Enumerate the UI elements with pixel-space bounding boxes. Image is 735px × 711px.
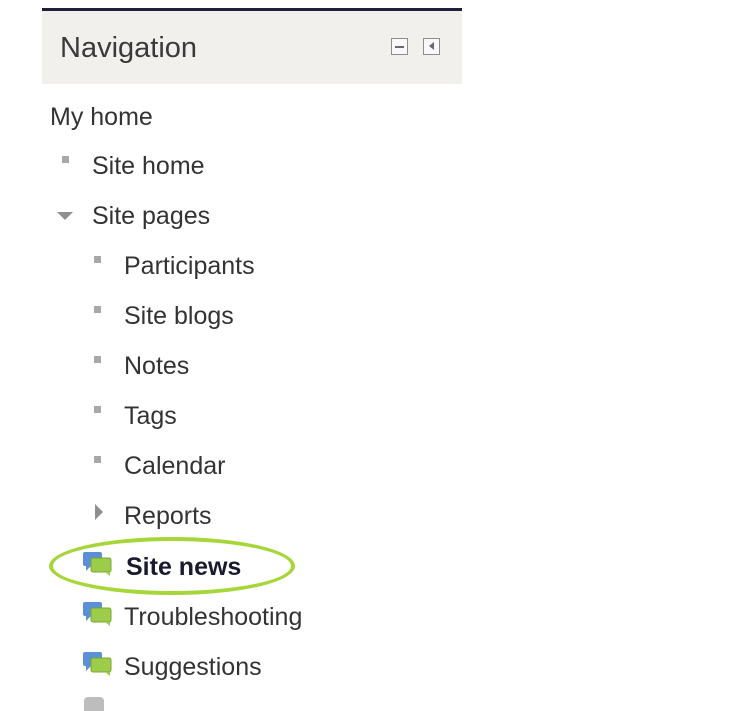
forum-icon xyxy=(83,652,112,676)
nav-item-site-pages[interactable]: Site pages xyxy=(92,198,210,234)
nav-item-site-blogs[interactable]: Site blogs xyxy=(124,298,234,334)
bullet-icon xyxy=(62,156,69,163)
nav-item-tags[interactable]: Tags xyxy=(124,398,177,434)
nav-item-my-home[interactable]: My home xyxy=(50,99,153,135)
collapse-arrow-icon[interactable] xyxy=(57,212,73,220)
bullet-icon xyxy=(94,456,101,463)
block-header: Navigation xyxy=(42,8,462,84)
block-title: Navigation xyxy=(60,32,198,64)
minus-icon[interactable] xyxy=(391,38,408,55)
highlight-circle xyxy=(49,537,295,595)
nav-item-calendar[interactable]: Calendar xyxy=(124,448,225,484)
bullet-icon xyxy=(94,306,101,313)
partial-item-icon xyxy=(84,697,104,711)
bullet-icon xyxy=(94,256,101,263)
nav-item-suggestions[interactable]: Suggestions xyxy=(124,649,262,685)
nav-item-reports[interactable]: Reports xyxy=(124,498,212,534)
nav-item-notes[interactable]: Notes xyxy=(124,348,189,384)
bullet-icon xyxy=(94,356,101,363)
expand-arrow-icon[interactable] xyxy=(95,504,103,520)
dock-left-icon[interactable] xyxy=(423,38,440,55)
nav-item-site-home[interactable]: Site home xyxy=(92,148,205,184)
forum-icon xyxy=(83,602,112,626)
nav-item-participants[interactable]: Participants xyxy=(124,248,255,284)
bullet-icon xyxy=(94,406,101,413)
nav-item-troubleshooting[interactable]: Troubleshooting xyxy=(124,599,302,635)
